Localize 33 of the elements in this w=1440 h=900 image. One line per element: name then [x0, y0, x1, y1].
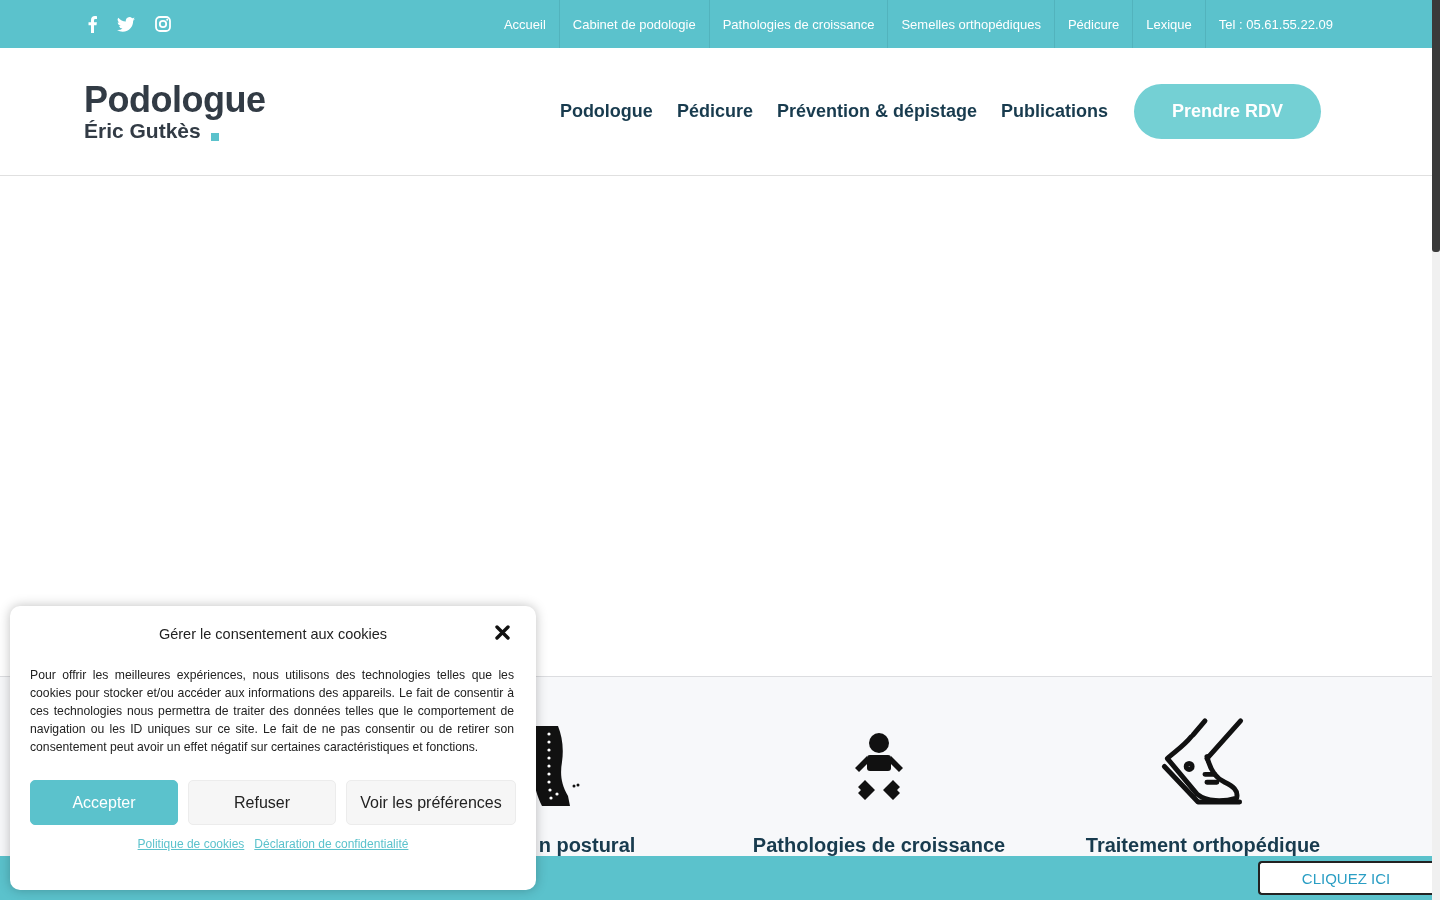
scrollbar[interactable] [1432, 0, 1440, 900]
click-here-button[interactable]: CLIQUEZ ICI [1258, 861, 1432, 895]
consent-text: Pour offrir les meilleures expériences, nous utilisons des technologies telles que les cookies pour stocker et/ou accéder aux informations des appareils. Le fait de consentir à ces technologies nous permettra de traiter des données telles que le comportement de navigation ou les ID uniques sur ce site. Le fait de ne pas consentir ou de retirer son consentement peut avoir un effet négatif sur certaines caractéristiques et fonctions. [30, 667, 514, 756]
service-title[interactable]: Pathologies de croissance [752, 834, 1006, 857]
main-nav-link[interactable]: Prévention & dépistage [776, 101, 977, 122]
dialog-title: Gérer le consentement aux cookies [158, 626, 388, 642]
close-icon[interactable] [495, 625, 510, 640]
main-nav-link[interactable]: Publications [1001, 101, 1108, 122]
main-nav-link[interactable]: Pédicure [676, 101, 753, 122]
top-nav-link[interactable]: Cabinet de podologie [558, 0, 709, 48]
top-nav-link[interactable]: Semelles orthopédiques [887, 0, 1054, 48]
consent-button[interactable]: Refuser [188, 780, 336, 825]
logo-square-icon [210, 132, 219, 141]
logo-title[interactable]: Podologue [84, 80, 266, 119]
shoe-icon [1161, 717, 1245, 808]
top-nav-link[interactable]: Pathologies de croissance [708, 0, 888, 48]
top-nav-link[interactable]: Lexique [1132, 0, 1205, 48]
consent-button[interactable]: Voir les préférences [346, 780, 516, 825]
instagram-icon[interactable] [155, 16, 171, 32]
appointment-button[interactable]: Prendre RDV [1134, 84, 1321, 139]
service-title[interactable]: n postural [538, 834, 636, 857]
top-nav-link[interactable]: Tel : 05.61.55.22.09 [1204, 0, 1346, 48]
policy-link[interactable]: Déclaration de confidentialité [254, 837, 409, 851]
twitter-icon[interactable] [117, 16, 135, 32]
facebook-icon[interactable] [88, 15, 97, 33]
policy-link[interactable]: Politique de cookies [137, 837, 245, 851]
accept-button[interactable]: Accepter [30, 780, 178, 825]
top-nav-link[interactable]: Pédicure [1053, 0, 1133, 48]
service-title[interactable]: Traitement orthopédique [1085, 834, 1321, 857]
main-nav-link[interactable]: Podologue [559, 101, 653, 122]
top-nav-link[interactable]: Accueil [490, 0, 559, 48]
scrollbar-thumb[interactable] [1432, 0, 1440, 252]
logo-subtitle: Éric Gutkès [84, 118, 201, 143]
